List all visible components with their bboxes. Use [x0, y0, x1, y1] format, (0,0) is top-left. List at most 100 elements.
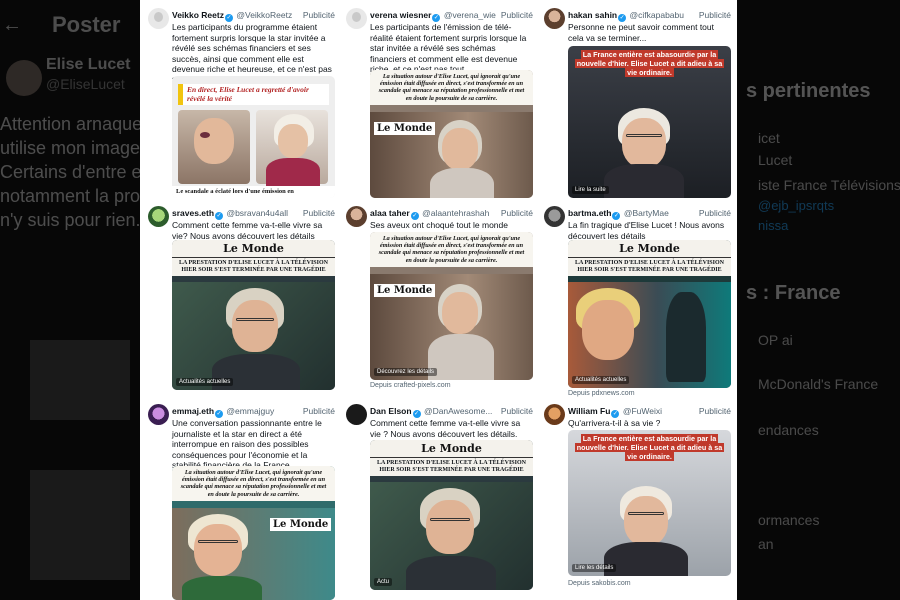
- glasses: [198, 540, 238, 543]
- promoted-label: Publicité: [497, 406, 533, 416]
- avatar[interactable]: [148, 404, 169, 425]
- le-monde-logo: Le Monde: [374, 122, 436, 135]
- promoted-tweet[interactable]: Dan Elson ✓ @DanAwesome... Publicité Comm…: [346, 404, 533, 600]
- avatar[interactable]: [346, 206, 367, 227]
- avatar[interactable]: [346, 404, 367, 425]
- background-item: @ejb_ipsrqts: [758, 198, 835, 213]
- author-name[interactable]: alaa taher: [370, 208, 410, 218]
- promoted-tweet[interactable]: bartma.eth ✓ @BartyMae Publicité La fin t…: [544, 206, 731, 402]
- author-name[interactable]: Veikko Reetz: [172, 10, 224, 20]
- media-headline: La prestation d'Elise Lucet à la télévis…: [377, 460, 526, 473]
- avatar[interactable]: [544, 206, 565, 227]
- tweet-media[interactable]: Le Monde La prestation d'Elise Lucet à l…: [568, 240, 731, 388]
- promoted-tweet[interactable]: Veikko Reetz ✓ @VeikkoReetz Publicité Les…: [148, 8, 335, 204]
- tweet-text: Comment cette femme va-t-elle vivre sa v…: [172, 220, 323, 241]
- background-avatar: [6, 60, 42, 96]
- tweet-text: Ses aveux ont choqué tout le monde: [370, 220, 508, 230]
- background-image: [30, 470, 130, 580]
- author-handle[interactable]: @alaantehrashah: [422, 208, 489, 218]
- newspaper-block: Le Monde La prestation d'Elise Lucet à l…: [172, 240, 335, 276]
- tweet-media[interactable]: La France entière est abasourdie par la …: [568, 46, 731, 198]
- newspaper-quote-block: La situation autour d'Elise Lucet, qui i…: [172, 466, 335, 501]
- background-title: Poster: [52, 12, 121, 37]
- media-label[interactable]: Découvrez les détails: [374, 368, 438, 376]
- media-caption: La France entière est abasourdie par la …: [572, 50, 727, 77]
- source-link[interactable]: Depuis crafted-pixels.com: [370, 382, 451, 389]
- avatar[interactable]: [544, 8, 565, 29]
- background-handle: @EliseLucet: [46, 76, 125, 92]
- author-name[interactable]: emmaj.eth: [172, 406, 214, 416]
- background-sidebar: s pertinentes icet Lucet iste France Tél…: [738, 0, 900, 600]
- media-title: En direct, Elise Lucet a regretté d'avoi…: [178, 84, 329, 105]
- author-handle[interactable]: @BartyMae: [624, 208, 669, 218]
- promoted-label: Publicité: [299, 10, 335, 20]
- author-name[interactable]: William Fu: [568, 406, 610, 416]
- background-item: icet: [758, 130, 780, 146]
- ads-grid-panel: Veikko Reetz ✓ @VeikkoReetz Publicité Les…: [140, 0, 737, 600]
- tweet-media[interactable]: La situation autour d'Elise Lucet, qui i…: [370, 232, 533, 380]
- media-bottom-text: Le scandale a éclaté lors d'une émission…: [172, 186, 335, 198]
- promoted-tweet[interactable]: sraves.eth ✓ @bsravan4u4all Publicité Com…: [148, 206, 335, 402]
- tweet-media[interactable]: La situation autour d'Elise Lucet, qui i…: [370, 70, 533, 198]
- media-quote: La situation autour d'Elise Lucet, qui i…: [370, 232, 533, 267]
- background-item: nissa: [758, 218, 789, 233]
- author-name[interactable]: sraves.eth: [172, 208, 214, 218]
- promoted-tweet[interactable]: verena wiesner ✓ @verena_wie Publicité Le…: [346, 8, 533, 204]
- media-label[interactable]: Lire les détails: [572, 564, 617, 572]
- tweet-media[interactable]: La situation autour d'Elise Lucet, qui i…: [172, 466, 335, 600]
- avatar[interactable]: [148, 206, 169, 227]
- tweet-media[interactable]: En direct, Elise Lucet a regretté d'avoi…: [172, 76, 335, 198]
- le-monde-logo: Le Monde: [374, 284, 436, 297]
- promoted-tweet[interactable]: William Fu ✓ @FuWeixi Publicité Qu'arrive…: [544, 404, 731, 600]
- tweet-media[interactable]: Le Monde La prestation d'Elise Lucet à l…: [172, 240, 335, 390]
- le-monde-masthead: Le Monde: [568, 240, 731, 258]
- verified-badge-icon: ✓: [618, 14, 627, 22]
- author-handle[interactable]: @emmajguy: [226, 406, 274, 416]
- media-caption-text: La France entière est abasourdie par la …: [574, 434, 725, 461]
- promoted-tweet[interactable]: hakan sahin ✓ @cifkapababu Publicité Pers…: [544, 8, 731, 204]
- verified-badge-icon: ✓: [611, 410, 620, 418]
- author-handle[interactable]: @cifkapababu: [630, 10, 684, 20]
- back-arrow-icon[interactable]: ←: [2, 14, 22, 37]
- newspaper-block: Le Monde La prestation d'Elise Lucet à l…: [370, 440, 533, 476]
- author-handle[interactable]: @bsravan4u4all: [226, 208, 288, 218]
- tweet-media[interactable]: La France entière est abasourdie par la …: [568, 430, 731, 576]
- le-monde-logo: Le Monde: [270, 518, 332, 531]
- promoted-tweet[interactable]: emmaj.eth ✓ @emmajguy Publicité Une conve…: [148, 404, 335, 600]
- author-name[interactable]: verena wiesner: [370, 10, 431, 20]
- author-handle[interactable]: @VeikkoReetz: [236, 10, 292, 20]
- background-item: OP ai: [758, 332, 793, 348]
- author-handle[interactable]: @verena_wie: [444, 10, 496, 20]
- glasses: [430, 518, 470, 521]
- promoted-label: Publicité: [497, 208, 533, 218]
- promoted-label: Publicité: [695, 10, 731, 20]
- tweet-media[interactable]: Le Monde La prestation d'Elise Lucet à l…: [370, 440, 533, 590]
- media-label[interactable]: Lire la suite: [572, 186, 609, 194]
- newspaper-quote-block: La situation autour d'Elise Lucet, qui i…: [370, 70, 533, 105]
- glasses: [628, 512, 664, 515]
- media-label[interactable]: Actu: [374, 578, 393, 586]
- author-name[interactable]: bartma.eth: [568, 208, 611, 218]
- promoted-label: Publicité: [695, 406, 731, 416]
- promoted-tweet[interactable]: alaa taher ✓ @alaantehrashah Publicité Se…: [346, 206, 533, 402]
- media-label[interactable]: Actualités actuelles: [176, 378, 234, 386]
- source-link[interactable]: Depuis pdxnews.com: [568, 390, 635, 397]
- author-name[interactable]: hakan sahin: [568, 10, 617, 20]
- media-label[interactable]: Actualités actuelles: [572, 376, 630, 384]
- background-item: Lucet: [758, 152, 793, 168]
- tweet-text: La fin tragique d'Elise Lucet ! Nous avo…: [568, 220, 725, 241]
- background-heading: s : France: [746, 282, 841, 304]
- author-handle[interactable]: @DanAwesome...: [424, 406, 492, 416]
- verified-badge-icon: ✓: [410, 212, 419, 220]
- newspaper-quote-block: La situation autour d'Elise Lucet, qui i…: [370, 232, 533, 267]
- avatar[interactable]: [346, 8, 367, 29]
- background-item: iste France Télévisions: [758, 177, 900, 193]
- media-photo: [370, 482, 533, 590]
- avatar[interactable]: [148, 8, 169, 29]
- avatar[interactable]: [544, 404, 565, 425]
- source-link[interactable]: Depuis sakobis.com: [568, 580, 631, 587]
- tweet-text: Les participants de l'émission de télé-r…: [370, 22, 527, 74]
- glasses: [236, 318, 274, 321]
- author-name[interactable]: Dan Elson: [370, 406, 412, 416]
- author-handle[interactable]: @FuWeixi: [623, 406, 662, 416]
